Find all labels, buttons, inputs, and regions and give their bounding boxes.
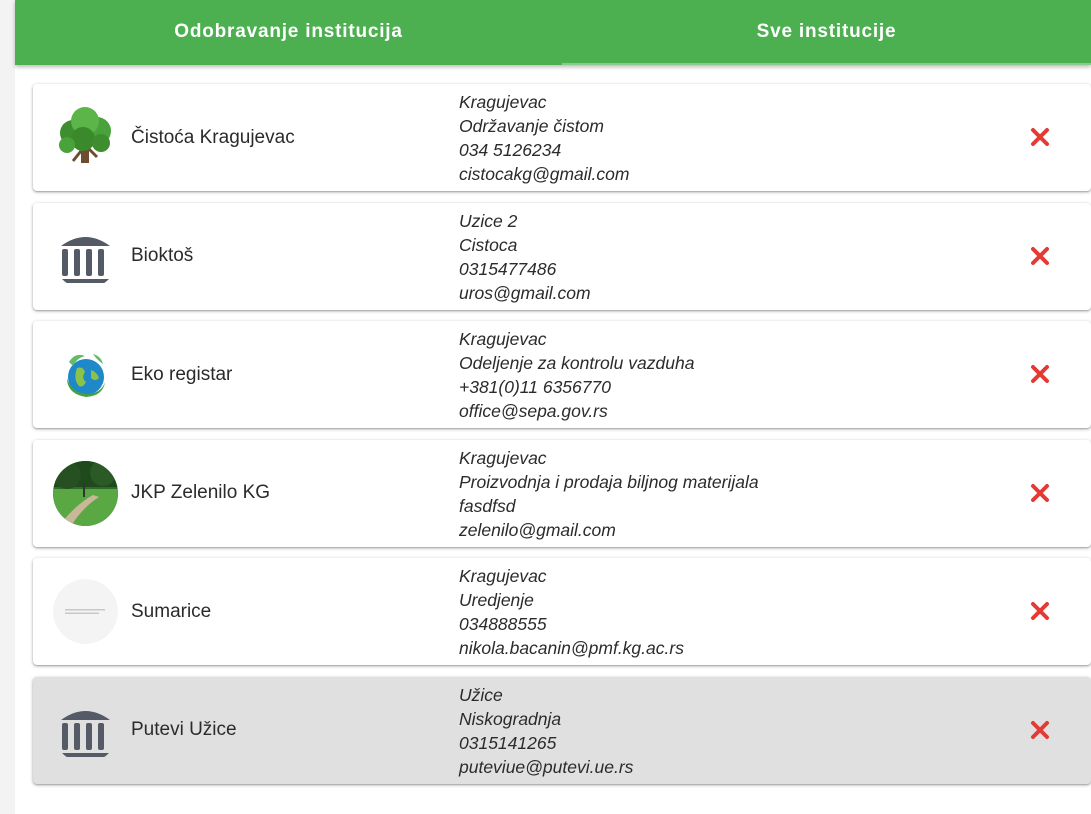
institution-city: Kragujevac: [459, 92, 547, 112]
tab-bar: Odobravanje institucija Sve institucije: [15, 0, 1091, 65]
institution-email: zelenilo@gmail.com: [459, 519, 616, 540]
institution-card[interactable]: Eko registar Kragujevac Odeljenje za kon…: [33, 321, 1091, 429]
institution-icon: [53, 698, 118, 763]
institution-details: Kragujevac Odeljenje za kontrolu vazduha…: [459, 327, 694, 423]
institution-phone: 0315141265: [459, 732, 557, 753]
close-icon[interactable]: [1029, 245, 1051, 267]
institution-name: Eko registar: [131, 363, 233, 385]
institution-name: Putevi Užice: [131, 719, 237, 741]
institution-details: Kragujevac Održavanje čistom 034 5126234…: [459, 90, 629, 186]
institution-city: Kragujevac: [459, 566, 547, 587]
institution-city: Uzice 2: [459, 210, 518, 231]
institution-email: office@sepa.gov.rs: [459, 401, 608, 422]
institution-type: Niskogradnja: [459, 708, 562, 729]
institution-city: Kragujevac: [459, 447, 547, 468]
institution-name: Sumarice: [131, 600, 212, 622]
close-icon[interactable]: [1029, 126, 1051, 148]
institution-details: Užice Niskogradnja 0315141265 puteviue@p…: [459, 683, 633, 779]
institution-type: Cistoca: [459, 234, 518, 255]
institution-phone: +381(0)11 6356770: [459, 377, 611, 398]
close-icon[interactable]: [1029, 482, 1051, 504]
institution-card[interactable]: Sumarice Kragujevac Uredjenje 034888555 …: [33, 558, 1091, 666]
eco-globe-icon: [53, 342, 118, 407]
tree-icon: [53, 105, 118, 170]
institution-type: Proizvodnja i prodaja biljnog materijala: [459, 471, 759, 492]
institution-card[interactable]: Čistoća Kragujevac Kragujevac Održavanje…: [33, 84, 1091, 191]
institution-type: Uredjenje: [459, 590, 534, 611]
tab-all-institutions[interactable]: Sve institucije: [562, 0, 1091, 65]
institution-details: Kragujevac Uredjenje 034888555 nikola.ba…: [459, 564, 684, 660]
institution-details: Uzice 2 Cistoca 0315477486 uros@gmail.co…: [459, 209, 591, 305]
placeholder-logo-icon: [53, 579, 118, 645]
institution-phone: fasdfsd: [459, 495, 516, 516]
institution-phone: 034888555: [459, 614, 547, 635]
close-icon[interactable]: [1029, 719, 1051, 741]
institution-type: Odeljenje za kontrolu vazduha: [459, 353, 695, 374]
app-container: Odobravanje institucija Sve institucije …: [15, 0, 1091, 814]
institution-email: nikola.bacanin@pmf.kg.ac.rs: [459, 638, 684, 659]
institution-card[interactable]: JKP Zelenilo KG Kragujevac Proizvodnja i…: [33, 439, 1091, 547]
institution-email: uros@gmail.com: [459, 282, 591, 303]
institution-type: Održavanje čistom: [459, 116, 604, 136]
institution-name: Bioktoš: [131, 245, 194, 267]
institution-name: JKP Zelenilo KG: [131, 482, 271, 504]
institution-phone: 034 5126234: [459, 140, 562, 160]
institution-city: Užice: [459, 684, 503, 705]
tab-approve-institutions[interactable]: Odobravanje institucija: [15, 0, 562, 65]
institution-name: Čistoća Kragujevac: [131, 126, 295, 148]
institution-email: puteviue@putevi.ue.rs: [459, 756, 634, 777]
institution-icon: [53, 224, 118, 289]
left-gutter: [0, 0, 15, 814]
close-icon[interactable]: [1029, 363, 1051, 385]
park-photo-icon: [53, 460, 118, 526]
institution-email: cistocakg@gmail.com: [459, 164, 630, 184]
institution-details: Kragujevac Proizvodnja i prodaja biljnog…: [459, 446, 759, 542]
institution-city: Kragujevac: [459, 329, 547, 350]
institution-card-selected[interactable]: Putevi Užice Užice Niskogradnja 03151412…: [33, 676, 1091, 784]
close-icon[interactable]: [1029, 600, 1051, 622]
institution-list: Čistoća Kragujevac Kragujevac Održavanje…: [33, 84, 1091, 796]
institution-card[interactable]: Bioktoš Uzice 2 Cistoca 0315477486 uros@…: [33, 202, 1091, 310]
institution-phone: 0315477486: [459, 258, 557, 279]
